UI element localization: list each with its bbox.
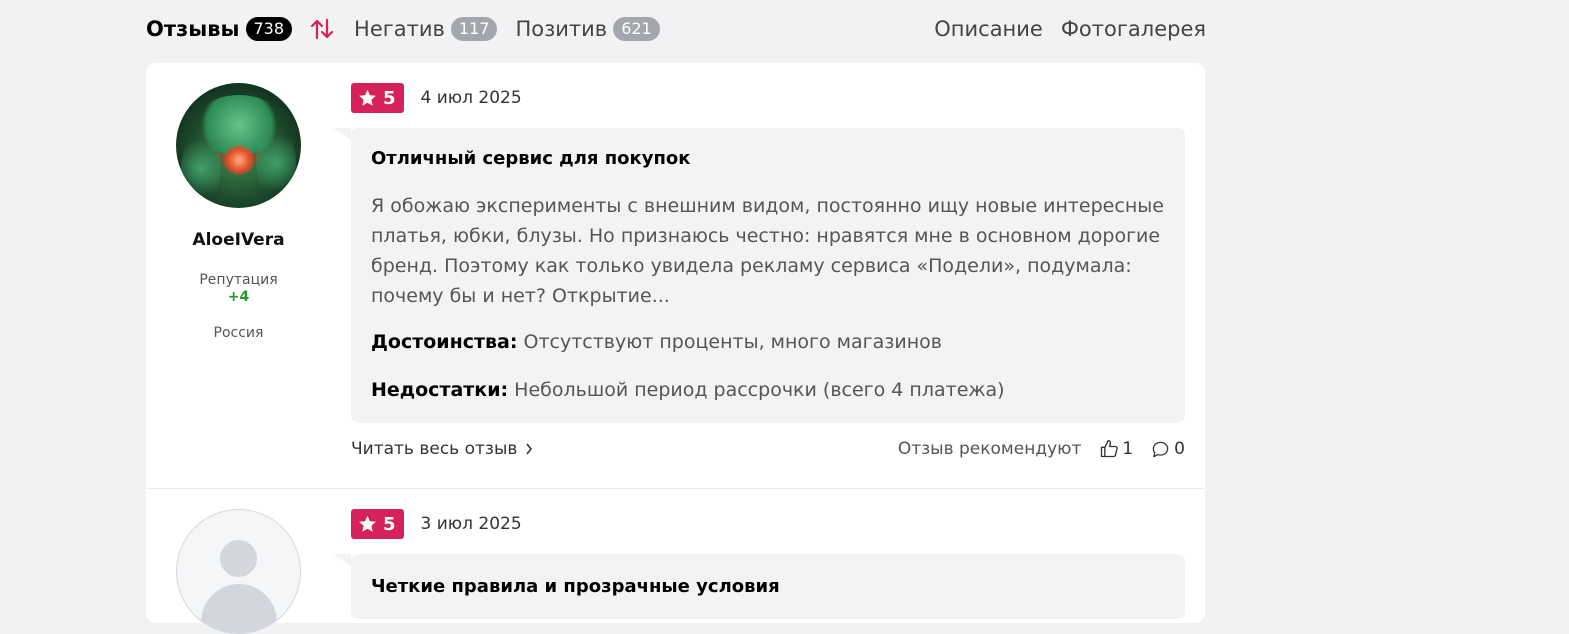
review-footer: Читать весь отзыв Отзыв рекомендуют 1 0 [351, 437, 1185, 461]
review-text: Я обожаю эксперименты с внешним видом, п… [371, 195, 1164, 307]
review-pros: Достоинства: Отсутствуют проценты, много… [371, 331, 1165, 353]
tab-reviews-count: 738 [245, 17, 293, 41]
comments-button[interactable]: 0 [1151, 439, 1185, 459]
comments-count: 0 [1174, 439, 1185, 459]
tab-positive[interactable]: Позитив 621 [515, 17, 660, 41]
review-title[interactable]: Отличный сервис для покупок [371, 148, 1165, 169]
thumbs-up-icon [1101, 440, 1119, 458]
tab-gallery[interactable]: Фотогалерея [1061, 17, 1206, 41]
review-actions: Отзыв рекомендуют 1 0 [898, 439, 1185, 459]
review-meta: 5 3 июл 2025 [351, 509, 1185, 539]
review-divider [146, 488, 1205, 489]
cons-text: Небольшой период рассрочки (всего 4 плат… [514, 379, 1005, 401]
cons-label: Недостатки: [371, 379, 509, 401]
tab-reviews[interactable]: Отзывы 738 [146, 17, 293, 41]
review-body: Отличный сервис для покупок Я обожаю экс… [333, 128, 1185, 423]
review-content: 5 4 июл 2025 Отличный сервис для покупок… [333, 83, 1185, 461]
like-button[interactable]: 1 [1099, 439, 1133, 459]
tab-negative-label: Негатив [354, 17, 445, 41]
read-full-review-link[interactable]: Читать весь отзыв [351, 439, 533, 459]
rating-badge: 5 [351, 83, 404, 113]
star-icon [359, 515, 376, 532]
star-icon [359, 89, 376, 106]
avatar[interactable] [176, 83, 301, 208]
author-location: Россия [213, 325, 264, 341]
comment-bubble-icon [1152, 441, 1169, 457]
tab-description[interactable]: Описание [934, 17, 1043, 41]
reputation-value: +4 [227, 289, 250, 305]
review-date: 3 июл 2025 [420, 514, 522, 534]
tab-reviews-label: Отзывы [146, 17, 240, 41]
tab-negative-count: 117 [450, 17, 498, 41]
user-placeholder-icon[interactable] [176, 509, 301, 634]
tab-positive-label: Позитив [515, 17, 608, 41]
review-content: 5 3 июл 2025 Четкие правила и прозрачные… [333, 509, 1185, 619]
reputation-label: Репутация [199, 272, 278, 288]
review-cons: Недостатки: Небольшой период рассрочки (… [371, 379, 1165, 401]
review-author [146, 509, 330, 634]
author-name[interactable]: AloeIVera [176, 230, 301, 250]
review-author: AloeIVera Репутация +4 Россия [146, 83, 330, 341]
rating-value: 5 [383, 513, 396, 535]
read-more-label: Читать весь отзыв [351, 439, 518, 459]
pros-label: Достоинства: [371, 331, 518, 353]
reviews-list: AloeIVera Репутация +4 Россия 5 4 июл 20… [146, 63, 1205, 634]
review-meta: 5 4 июл 2025 [351, 83, 1185, 113]
tab-positive-count: 621 [613, 17, 660, 41]
rating-badge: 5 [351, 509, 404, 539]
chevron-right-icon [526, 443, 533, 455]
pros-text: Отсутствуют проценты, много магазинов [523, 331, 942, 353]
recommend-label: Отзыв рекомендуют [897, 439, 1082, 459]
likes-count: 1 [1122, 439, 1134, 459]
rating-value: 5 [383, 87, 396, 109]
sort-arrows-icon[interactable] [310, 18, 334, 40]
tabs-right-group: Описание Фотогалерея [916, 17, 1206, 41]
review-date: 4 июл 2025 [420, 88, 522, 108]
review-body: Четкие правила и прозрачные условия [333, 554, 1185, 619]
tab-negative[interactable]: Негатив 117 [354, 17, 498, 41]
review-tabs: Отзывы 738 Негатив 117 Позитив 621 Описа… [146, 14, 1206, 44]
